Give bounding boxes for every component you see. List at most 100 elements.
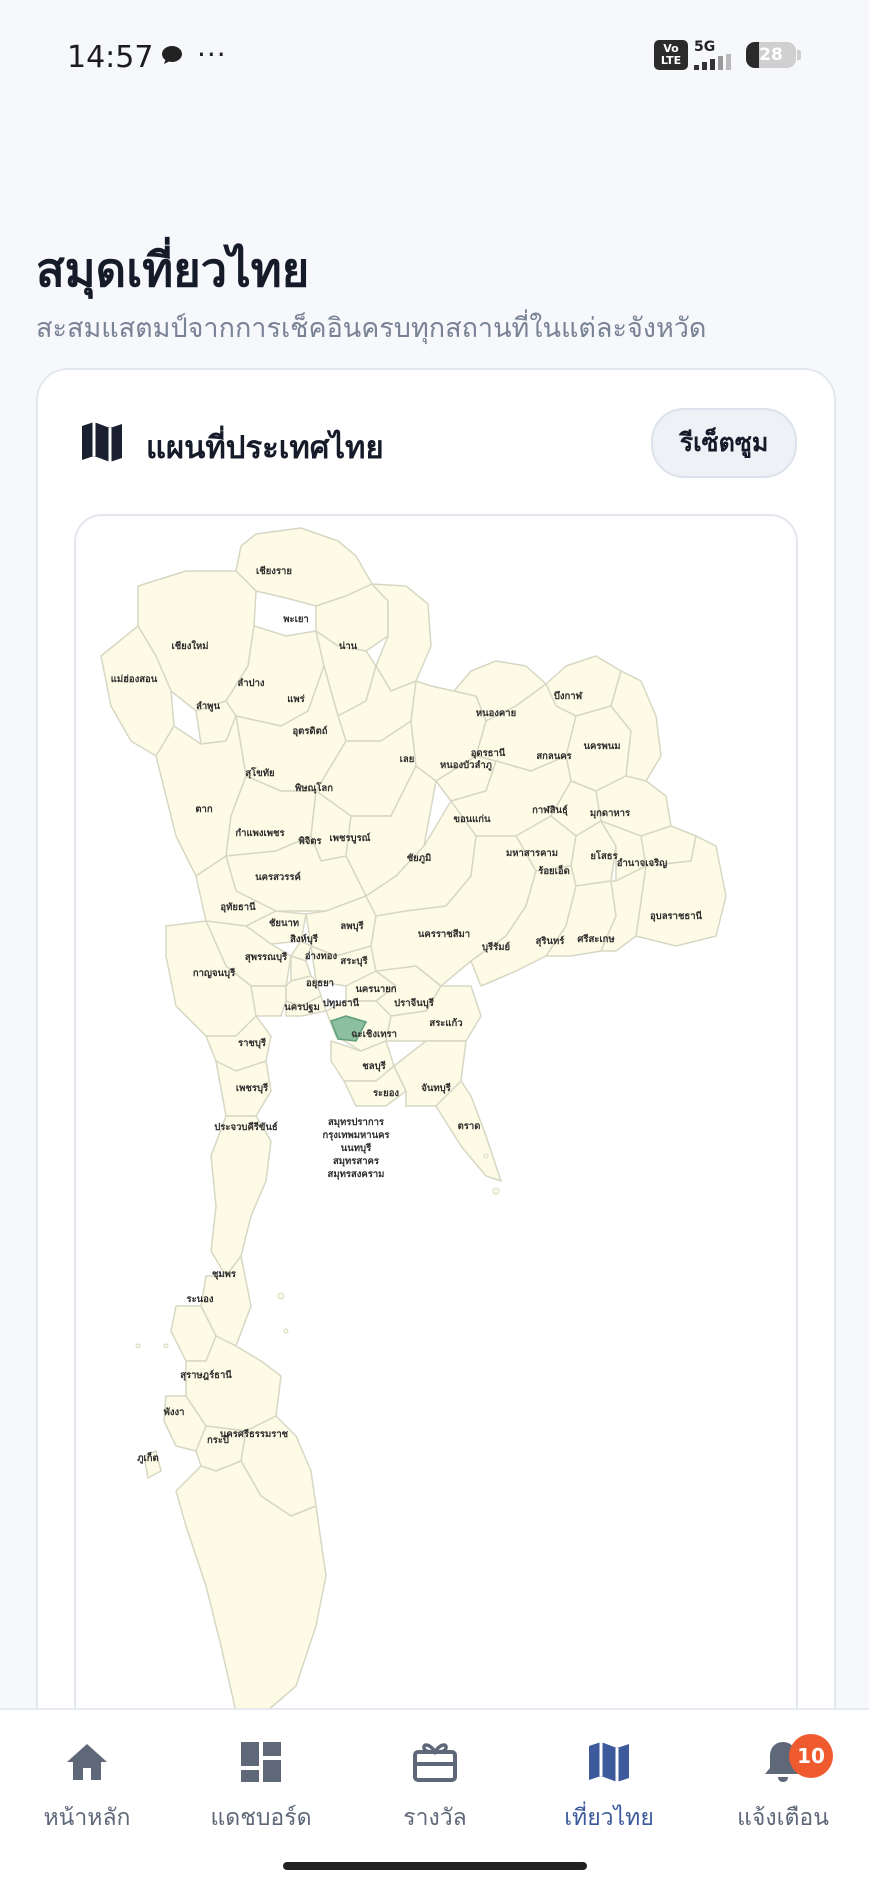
label-loei: เลย xyxy=(400,754,415,765)
label-nan: น่าน xyxy=(339,641,358,652)
label-chai-nat: ชัยนาท xyxy=(269,918,299,929)
nav-dashboard-label: แดชบอร์ด xyxy=(210,1805,312,1831)
label-surat-thani: สุราษฎร์ธานี xyxy=(180,1369,232,1381)
label-samut-prakan: สมุทรปราการ xyxy=(328,1116,385,1128)
battery-icon: 28 xyxy=(746,42,796,68)
label-phichit: พิจิตร xyxy=(298,836,322,847)
label-nakhon-nayok: นครนายก xyxy=(355,984,396,995)
label-bueng-kan: บึงกาฬ xyxy=(554,690,583,702)
label-tak: ตาก xyxy=(195,804,213,815)
nav-notifications-label: แจ้งเตือน xyxy=(737,1805,829,1831)
label-surin: สุรินทร์ xyxy=(536,935,566,947)
nav-home[interactable]: หน้าหลัก xyxy=(0,1710,174,1840)
nav-rewards-label: รางวัล xyxy=(403,1805,467,1831)
nav-notifications[interactable]: แจ้งเตือน xyxy=(696,1710,869,1840)
home-indicator[interactable] xyxy=(283,1862,587,1870)
label-nong-khai: หนองคาย xyxy=(476,708,516,719)
status-indicators: Vo LTE 5G 28 xyxy=(654,40,801,70)
label-phayao: พะเยา xyxy=(283,614,309,625)
label-nakhon-phanom: นครพนม xyxy=(584,741,621,752)
label-uthai-thani: อุทัยธานี xyxy=(220,901,256,913)
network-type: 5G xyxy=(694,39,716,55)
label-sisaket: ศรีสะเกษ xyxy=(577,933,615,945)
label-samut-sakhon: สมุทรสาคร xyxy=(333,1156,380,1167)
map-card: แผนที่ประเทศไทย รีเซ็ตซูม เชียงราย พะเยา… xyxy=(36,368,836,1712)
battery-level: 28 xyxy=(759,45,783,65)
label-lamphun: ลำพูน xyxy=(196,701,220,713)
page-subtitle: สะสมแสตมป์จากการเช็คอินครบทุกสถานที่ในแต… xyxy=(36,313,707,344)
label-sukhothai: สุโขทัย xyxy=(245,767,274,779)
label-saraburi: สระบุรี xyxy=(340,955,368,967)
label-prachinburi: ปราจีนบุรี xyxy=(394,997,435,1009)
label-nakhon-sawan: นครสวรรค์ xyxy=(255,871,301,883)
status-time: 14:57 xyxy=(67,40,154,75)
nav-thai-travel-label: เที่ยวไทย xyxy=(564,1805,654,1831)
label-trat: ตราด xyxy=(458,1121,481,1132)
label-khon-kaen: ขอนแก่น xyxy=(453,814,491,825)
home-icon xyxy=(67,1744,107,1780)
gift-icon xyxy=(413,1743,457,1782)
label-pathum-thani: ปทุมธานี xyxy=(323,997,360,1009)
label-udon-thani: อุดรธานี xyxy=(471,747,506,759)
label-ayutthaya: อยุธยา xyxy=(306,978,334,989)
nav-home-label: หน้าหลัก xyxy=(43,1805,131,1831)
label-chanthaburi: จันทบุรี xyxy=(421,1082,451,1094)
label-prachuap: ประจวบคีรีขันธ์ xyxy=(214,1121,278,1133)
label-nonthaburi: นนทบุรี xyxy=(341,1142,372,1154)
label-kamphaeng-phet: กำแพงเพชร xyxy=(235,828,285,839)
chat-bubble-icon xyxy=(162,46,182,64)
label-chachoengsao: ฉะเชิงเทรา xyxy=(351,1029,397,1040)
volte-badge: Vo LTE xyxy=(654,40,688,70)
label-chiang-mai: เชียงใหม่ xyxy=(171,640,208,652)
label-kalasin: กาฬสินธุ์ xyxy=(532,804,568,816)
battery-tip xyxy=(797,50,801,60)
label-ang-thong: อ่างทอง xyxy=(305,951,338,962)
reset-zoom-button[interactable]: รีเซ็ตซูม xyxy=(651,408,797,478)
dashboard-icon xyxy=(241,1742,281,1782)
label-uttaradit: อุตรดิตถ์ xyxy=(292,725,327,737)
map-icon xyxy=(589,1742,629,1782)
label-samut-songkhram: สมุทรสงคราม xyxy=(328,1169,385,1180)
status-bar: 14:57 ··· Vo LTE 5G 28 xyxy=(0,0,869,116)
label-amnat-charoen: อำนาจเจริญ xyxy=(617,858,667,869)
label-lopburi: ลพบุรี xyxy=(340,920,364,932)
label-krabi: กระบี่ xyxy=(207,1432,229,1446)
label-yasothon: ยโสธร xyxy=(590,850,618,862)
label-phetchabun: เพชรบูรณ์ xyxy=(329,832,370,845)
nav-rewards[interactable]: รางวัล xyxy=(348,1710,522,1840)
province-prachuap[interactable] xyxy=(210,1115,272,1277)
label-phitsanulok: พิษณุโลก xyxy=(295,782,333,794)
nav-dashboard[interactable]: แดชบอร์ด xyxy=(174,1710,348,1840)
label-nong-bua-lamphu: หนองบัวลำภู xyxy=(440,760,492,772)
label-nakhon-ratchasima: นครราชสีมา xyxy=(418,928,470,940)
label-phetchaburi: เพชรบุรี xyxy=(236,1082,269,1094)
map-card-title: แผนที่ประเทศไทย xyxy=(146,430,384,466)
label-nakhon-pathom: นครปฐม xyxy=(284,1001,320,1013)
label-kanchanaburi: กาญจนบุรี xyxy=(193,967,236,979)
bottom-navigation: หน้าหลัก แดชบอร์ด รางวัล เที่ยวไทย แจ้งเ… xyxy=(0,1708,869,1884)
signal-icon xyxy=(694,54,731,70)
label-ranong: ระนอง xyxy=(186,1294,213,1305)
label-suphan-buri: สุพรรณบุรี xyxy=(245,951,288,963)
notification-count-badge: 10 xyxy=(789,1734,833,1778)
label-mae-hong-son: แม่ฮ่องสอน xyxy=(111,674,158,685)
label-ubon: อุบลราชธานี xyxy=(650,910,703,922)
label-chaiyaphum: ชัยภูมิ xyxy=(407,853,432,865)
page-title: สมุดเที่ยวไทย xyxy=(36,243,310,298)
label-maha-sarakham: มหาสารคาม xyxy=(506,848,558,859)
label-chumphon: ชุมพร xyxy=(212,1269,237,1280)
nav-thai-travel[interactable]: เที่ยวไทย xyxy=(522,1710,696,1840)
label-roi-et: ร้อยเอ็ด xyxy=(538,864,570,877)
signal-group: 5G xyxy=(694,40,734,70)
label-phrae: แพร่ xyxy=(287,694,305,705)
label-sakon-nakhon: สกลนคร xyxy=(536,751,572,762)
thailand-map[interactable]: เชียงราย พะเยา เชียงใหม่ น่าน แม่ฮ่องสอน… xyxy=(74,514,798,1712)
label-chiang-rai: เชียงราย xyxy=(256,565,292,577)
province-nakhon-pathom[interactable] xyxy=(250,985,287,1017)
label-phuket: ภูเก็ต xyxy=(137,1451,158,1465)
thailand-map-svg[interactable]: เชียงราย พะเยา เชียงใหม่ น่าน แม่ฮ่องสอน… xyxy=(76,516,796,1712)
label-sa-kaeo: สระแก้ว xyxy=(429,1017,462,1029)
label-sing-buri: สิงห์บุรี xyxy=(290,933,319,945)
label-lampang: ลำปาง xyxy=(237,677,265,689)
label-rayong: ระยอง xyxy=(373,1088,399,1099)
